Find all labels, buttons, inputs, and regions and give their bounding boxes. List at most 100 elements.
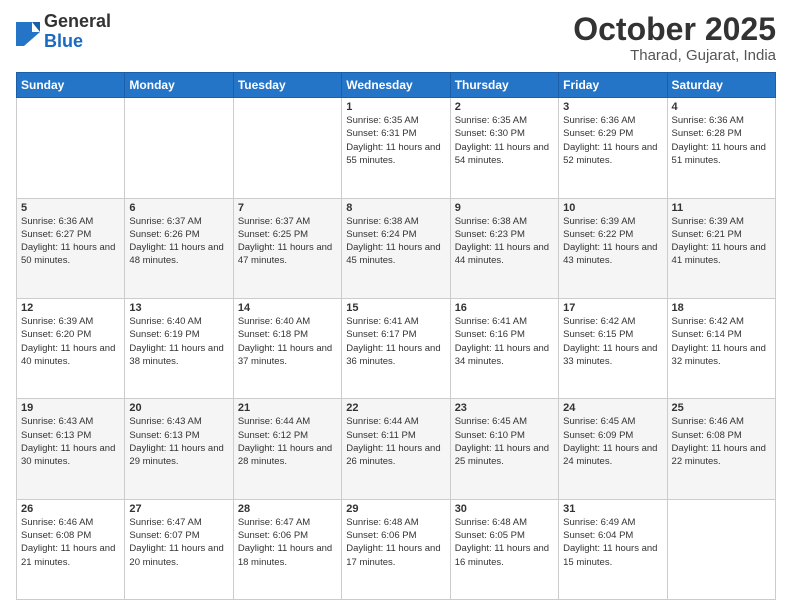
day-info: Sunrise: 6:40 AMSunset: 6:19 PMDaylight:…	[129, 315, 228, 368]
logo-icon	[16, 18, 40, 46]
weekday-header-row: SundayMondayTuesdayWednesdayThursdayFrid…	[17, 73, 776, 98]
page: General Blue October 2025 Tharad, Gujara…	[0, 0, 792, 612]
day-cell: 8Sunrise: 6:38 AMSunset: 6:24 PMDaylight…	[342, 198, 450, 298]
day-info: Sunrise: 6:37 AMSunset: 6:25 PMDaylight:…	[238, 215, 337, 268]
day-info: Sunrise: 6:38 AMSunset: 6:24 PMDaylight:…	[346, 215, 445, 268]
weekday-header-tuesday: Tuesday	[233, 73, 341, 98]
day-cell: 17Sunrise: 6:42 AMSunset: 6:15 PMDayligh…	[559, 298, 667, 398]
day-number: 26	[21, 503, 120, 515]
day-cell: 24Sunrise: 6:45 AMSunset: 6:09 PMDayligh…	[559, 399, 667, 499]
day-info: Sunrise: 6:41 AMSunset: 6:17 PMDaylight:…	[346, 315, 445, 368]
day-cell: 5Sunrise: 6:36 AMSunset: 6:27 PMDaylight…	[17, 198, 125, 298]
day-number: 27	[129, 503, 228, 515]
day-number: 8	[346, 202, 445, 214]
day-cell: 2Sunrise: 6:35 AMSunset: 6:30 PMDaylight…	[450, 98, 558, 198]
day-number: 12	[21, 302, 120, 314]
day-number: 29	[346, 503, 445, 515]
day-info: Sunrise: 6:49 AMSunset: 6:04 PMDaylight:…	[563, 516, 662, 569]
day-number: 2	[455, 101, 554, 113]
day-info: Sunrise: 6:42 AMSunset: 6:14 PMDaylight:…	[672, 315, 771, 368]
day-info: Sunrise: 6:45 AMSunset: 6:10 PMDaylight:…	[455, 415, 554, 468]
week-row-2: 12Sunrise: 6:39 AMSunset: 6:20 PMDayligh…	[17, 298, 776, 398]
calendar: SundayMondayTuesdayWednesdayThursdayFrid…	[16, 72, 776, 600]
day-number: 15	[346, 302, 445, 314]
day-info: Sunrise: 6:36 AMSunset: 6:28 PMDaylight:…	[672, 114, 771, 167]
day-number: 10	[563, 202, 662, 214]
day-cell: 13Sunrise: 6:40 AMSunset: 6:19 PMDayligh…	[125, 298, 233, 398]
week-row-1: 5Sunrise: 6:36 AMSunset: 6:27 PMDaylight…	[17, 198, 776, 298]
day-info: Sunrise: 6:40 AMSunset: 6:18 PMDaylight:…	[238, 315, 337, 368]
day-cell: 12Sunrise: 6:39 AMSunset: 6:20 PMDayligh…	[17, 298, 125, 398]
day-info: Sunrise: 6:36 AMSunset: 6:27 PMDaylight:…	[21, 215, 120, 268]
day-cell: 4Sunrise: 6:36 AMSunset: 6:28 PMDaylight…	[667, 98, 775, 198]
day-number: 31	[563, 503, 662, 515]
logo-text: General Blue	[44, 12, 111, 52]
month-title: October 2025	[573, 12, 776, 47]
day-info: Sunrise: 6:35 AMSunset: 6:31 PMDaylight:…	[346, 114, 445, 167]
day-number: 13	[129, 302, 228, 314]
day-info: Sunrise: 6:48 AMSunset: 6:05 PMDaylight:…	[455, 516, 554, 569]
day-cell: 11Sunrise: 6:39 AMSunset: 6:21 PMDayligh…	[667, 198, 775, 298]
week-row-4: 26Sunrise: 6:46 AMSunset: 6:08 PMDayligh…	[17, 499, 776, 599]
day-number: 14	[238, 302, 337, 314]
day-info: Sunrise: 6:37 AMSunset: 6:26 PMDaylight:…	[129, 215, 228, 268]
day-number: 22	[346, 402, 445, 414]
week-row-3: 19Sunrise: 6:43 AMSunset: 6:13 PMDayligh…	[17, 399, 776, 499]
day-cell: 25Sunrise: 6:46 AMSunset: 6:08 PMDayligh…	[667, 399, 775, 499]
logo: General Blue	[16, 12, 111, 52]
day-cell: 16Sunrise: 6:41 AMSunset: 6:16 PMDayligh…	[450, 298, 558, 398]
day-info: Sunrise: 6:45 AMSunset: 6:09 PMDaylight:…	[563, 415, 662, 468]
day-info: Sunrise: 6:39 AMSunset: 6:20 PMDaylight:…	[21, 315, 120, 368]
day-number: 30	[455, 503, 554, 515]
day-info: Sunrise: 6:46 AMSunset: 6:08 PMDaylight:…	[21, 516, 120, 569]
logo-blue: Blue	[44, 31, 83, 51]
header: General Blue October 2025 Tharad, Gujara…	[16, 12, 776, 64]
weekday-header-thursday: Thursday	[450, 73, 558, 98]
day-info: Sunrise: 6:42 AMSunset: 6:15 PMDaylight:…	[563, 315, 662, 368]
day-cell	[667, 499, 775, 599]
day-number: 9	[455, 202, 554, 214]
day-number: 25	[672, 402, 771, 414]
day-cell: 22Sunrise: 6:44 AMSunset: 6:11 PMDayligh…	[342, 399, 450, 499]
day-number: 1	[346, 101, 445, 113]
day-number: 4	[672, 101, 771, 113]
day-info: Sunrise: 6:43 AMSunset: 6:13 PMDaylight:…	[21, 415, 120, 468]
day-number: 18	[672, 302, 771, 314]
day-number: 6	[129, 202, 228, 214]
day-number: 5	[21, 202, 120, 214]
day-cell: 26Sunrise: 6:46 AMSunset: 6:08 PMDayligh…	[17, 499, 125, 599]
day-info: Sunrise: 6:48 AMSunset: 6:06 PMDaylight:…	[346, 516, 445, 569]
day-number: 7	[238, 202, 337, 214]
day-cell: 31Sunrise: 6:49 AMSunset: 6:04 PMDayligh…	[559, 499, 667, 599]
day-info: Sunrise: 6:43 AMSunset: 6:13 PMDaylight:…	[129, 415, 228, 468]
day-number: 11	[672, 202, 771, 214]
day-info: Sunrise: 6:39 AMSunset: 6:21 PMDaylight:…	[672, 215, 771, 268]
day-cell: 18Sunrise: 6:42 AMSunset: 6:14 PMDayligh…	[667, 298, 775, 398]
location: Tharad, Gujarat, India	[573, 47, 776, 64]
day-number: 23	[455, 402, 554, 414]
week-row-0: 1Sunrise: 6:35 AMSunset: 6:31 PMDaylight…	[17, 98, 776, 198]
weekday-header-monday: Monday	[125, 73, 233, 98]
day-cell: 30Sunrise: 6:48 AMSunset: 6:05 PMDayligh…	[450, 499, 558, 599]
title-block: October 2025 Tharad, Gujarat, India	[573, 12, 776, 64]
day-info: Sunrise: 6:47 AMSunset: 6:07 PMDaylight:…	[129, 516, 228, 569]
day-cell	[17, 98, 125, 198]
day-cell: 15Sunrise: 6:41 AMSunset: 6:17 PMDayligh…	[342, 298, 450, 398]
day-cell	[233, 98, 341, 198]
day-number: 20	[129, 402, 228, 414]
day-cell: 28Sunrise: 6:47 AMSunset: 6:06 PMDayligh…	[233, 499, 341, 599]
day-cell: 1Sunrise: 6:35 AMSunset: 6:31 PMDaylight…	[342, 98, 450, 198]
logo-general: General	[44, 11, 111, 31]
day-number: 16	[455, 302, 554, 314]
day-number: 19	[21, 402, 120, 414]
day-number: 3	[563, 101, 662, 113]
day-number: 24	[563, 402, 662, 414]
day-info: Sunrise: 6:46 AMSunset: 6:08 PMDaylight:…	[672, 415, 771, 468]
day-cell: 7Sunrise: 6:37 AMSunset: 6:25 PMDaylight…	[233, 198, 341, 298]
day-info: Sunrise: 6:38 AMSunset: 6:23 PMDaylight:…	[455, 215, 554, 268]
day-number: 17	[563, 302, 662, 314]
day-info: Sunrise: 6:39 AMSunset: 6:22 PMDaylight:…	[563, 215, 662, 268]
day-cell: 20Sunrise: 6:43 AMSunset: 6:13 PMDayligh…	[125, 399, 233, 499]
weekday-header-wednesday: Wednesday	[342, 73, 450, 98]
day-cell: 23Sunrise: 6:45 AMSunset: 6:10 PMDayligh…	[450, 399, 558, 499]
